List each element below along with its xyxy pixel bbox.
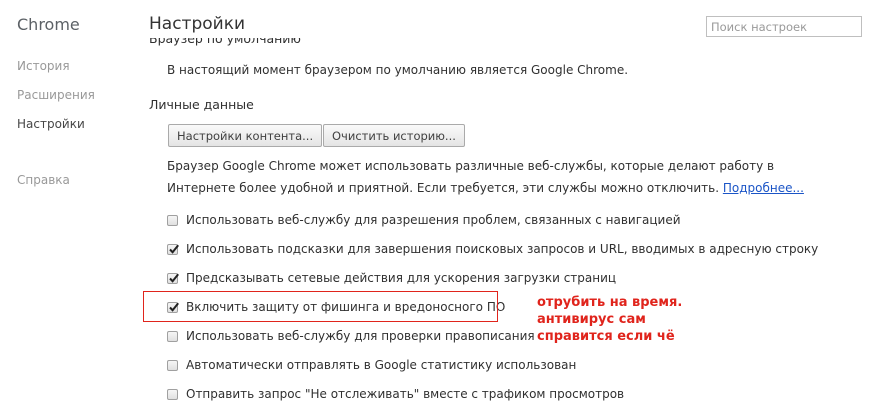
content-settings-button[interactable]: Настройки контента... [168, 124, 323, 147]
annotation-line: отрубить на время. [537, 295, 683, 310]
sidebar-item-settings[interactable]: Настройки [17, 117, 85, 131]
checkbox[interactable] [167, 359, 178, 371]
option-usage-statistics[interactable]: Автоматически отправлять в Google статис… [167, 357, 576, 373]
privacy-description-line1: Браузер Google Chrome может использовать… [167, 159, 775, 173]
option-label: Использовать подсказки для завершения по… [186, 242, 819, 256]
option-label: Использовать веб-службу для разрешения п… [186, 213, 681, 227]
clear-history-button[interactable]: Очистить историю... [323, 124, 465, 147]
checkbox[interactable] [167, 243, 179, 255]
checkbox[interactable] [167, 330, 178, 342]
option-spellcheck[interactable]: Использовать веб-службу для проверки пра… [167, 328, 535, 344]
default-browser-heading: Браузер по умолчанию [149, 38, 301, 48]
brand-title: Chrome [17, 15, 80, 34]
privacy-description-line2: Интернете более удобной и приятной. Если… [167, 180, 804, 196]
sidebar-item-history[interactable]: История [17, 59, 70, 73]
privacy-description-text: Интернете более удобной и приятной. Если… [167, 181, 723, 195]
default-browser-status: В настоящий момент браузером по умолчани… [167, 63, 629, 77]
checkbox[interactable] [167, 388, 178, 400]
sidebar-item-help[interactable]: Справка [17, 173, 70, 187]
checkbox[interactable] [167, 214, 178, 226]
option-label: Предсказывать сетевые действия для ускор… [186, 271, 617, 285]
default-browser-heading-text: Браузер по умолчанию [149, 38, 301, 46]
option-label: Отправить запрос "Не отслеживать" вместе… [186, 387, 625, 401]
annotation-line: справится если чё [537, 329, 675, 344]
annotation-note: отрубить на время. антивирус сам справит… [537, 294, 682, 345]
option-do-not-track[interactable]: Отправить запрос "Не отслеживать" вместе… [167, 386, 624, 402]
checkbox[interactable] [167, 272, 179, 284]
option-predict-network[interactable]: Предсказывать сетевые действия для ускор… [167, 270, 616, 286]
option-navigation-errors[interactable]: Использовать веб-службу для разрешения п… [167, 212, 681, 228]
privacy-section-title: Личные данные [149, 97, 254, 112]
checkmark-icon [169, 273, 179, 283]
annotation-highlight-box [143, 291, 498, 322]
option-search-suggestions[interactable]: Использовать подсказки для завершения по… [167, 241, 818, 257]
option-label: Автоматически отправлять в Google статис… [186, 358, 577, 372]
option-label: Использовать веб-службу для проверки пра… [186, 329, 535, 343]
learn-more-link[interactable]: Подробнее... [723, 181, 804, 195]
page-title: Настройки [149, 14, 246, 34]
annotation-line: антивирус сам [537, 312, 646, 327]
sidebar-item-extensions[interactable]: Расширения [17, 88, 95, 102]
checkmark-icon [169, 244, 179, 254]
search-settings-input[interactable] [706, 16, 862, 37]
